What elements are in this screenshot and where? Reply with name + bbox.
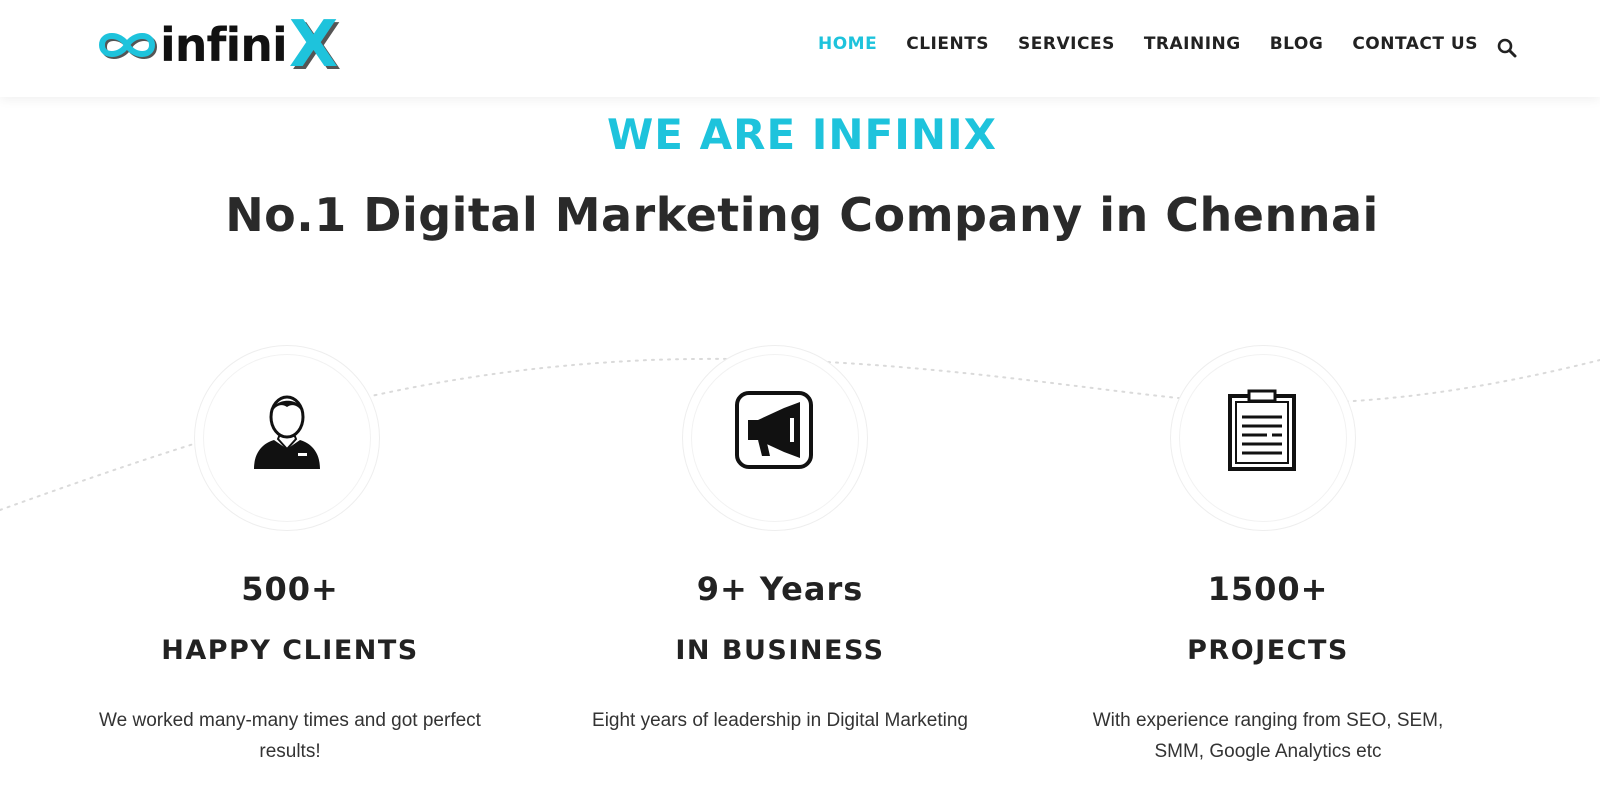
- logo-x-mark: X: [288, 8, 339, 82]
- stat-description: With experience ranging from SEO, SEM, S…: [1092, 710, 1444, 762]
- site-header: infini X HOME CLIENTS SERVICES TRAINING …: [0, 0, 1600, 97]
- section-headline: No.1 Digital Marketing Company in Chenna…: [225, 188, 1379, 242]
- nav-services[interactable]: SERVICES: [1018, 34, 1115, 54]
- stat-description: We worked many-many times and got perfec…: [99, 710, 481, 762]
- main-nav: HOME CLIENTS SERVICES TRAINING BLOG CONT…: [818, 34, 1507, 54]
- stat-description: Eight years of leadership in Digital Mar…: [592, 710, 968, 731]
- brand-logo[interactable]: infini X: [96, 12, 338, 78]
- search-icon: [1497, 38, 1517, 58]
- stat-title: IN BUSINESS: [675, 635, 885, 666]
- stat-value: 1500+: [1207, 570, 1329, 608]
- nav-blog[interactable]: BLOG: [1270, 34, 1324, 54]
- stat-value: 500+: [241, 570, 339, 608]
- stat-title: HAPPY CLIENTS: [161, 635, 419, 666]
- nav-training[interactable]: TRAINING: [1144, 34, 1241, 54]
- stat-value: 9+ Years: [696, 570, 864, 608]
- infinity-logo-icon: [98, 33, 158, 59]
- person-icon: [254, 395, 320, 469]
- nav-clients[interactable]: CLIENTS: [906, 34, 989, 54]
- nav-home[interactable]: HOME: [818, 34, 877, 54]
- clipboard-icon: [1228, 389, 1296, 471]
- nav-contact-us[interactable]: CONTACT US: [1352, 34, 1478, 54]
- stat-title: PROJECTS: [1187, 635, 1349, 666]
- megaphone-icon: [735, 391, 813, 469]
- logo-wordmark: infini: [160, 18, 288, 72]
- search-button[interactable]: [1497, 38, 1519, 60]
- section-eyebrow: WE ARE INFINIX: [606, 110, 998, 159]
